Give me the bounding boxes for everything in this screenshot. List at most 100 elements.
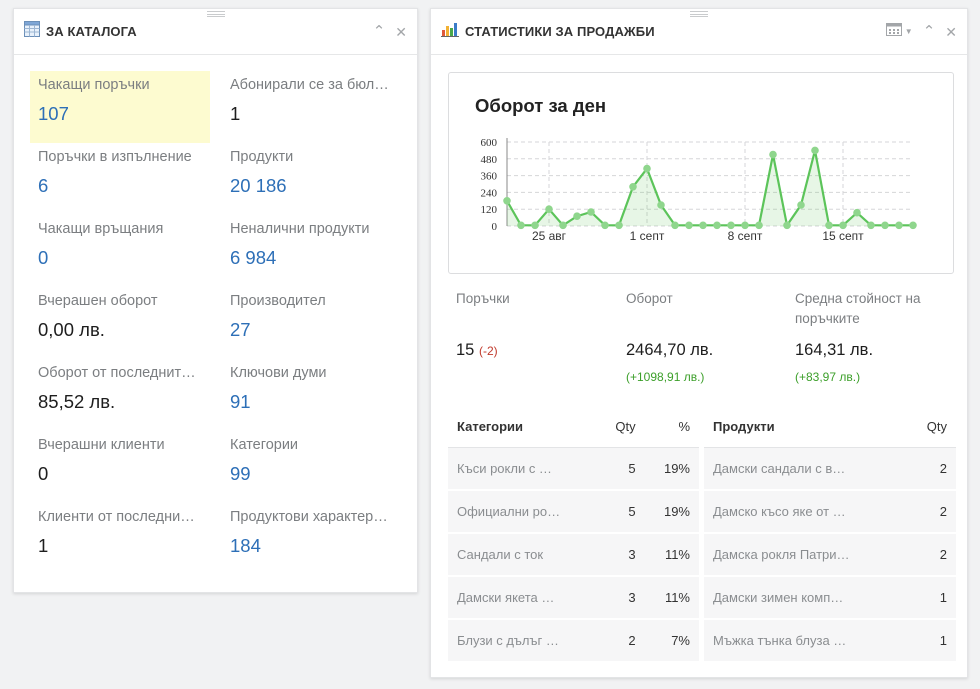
data-point xyxy=(713,221,721,230)
series-area xyxy=(507,150,913,226)
kpi-value[interactable]: 6 984 xyxy=(230,247,394,269)
y-tick-label: 600 xyxy=(481,137,498,149)
stat-orders: Поръчки 15 (-2) xyxy=(456,289,616,360)
kpi-item[interactable]: Производител 27 xyxy=(222,287,402,359)
col-percent[interactable]: % xyxy=(644,407,699,448)
kpi-value[interactable]: 99 xyxy=(230,463,394,485)
data-point xyxy=(699,221,707,230)
kpi-item[interactable]: Продукти 20 186 xyxy=(222,143,402,215)
kpi-value: 1 xyxy=(38,535,49,556)
close-icon[interactable]: ✕ xyxy=(945,25,957,39)
data-point xyxy=(881,221,889,230)
col-products[interactable]: Продукти xyxy=(704,407,907,448)
col-qty[interactable]: Qty xyxy=(906,407,956,448)
calendar-dropdown[interactable]: ▼ xyxy=(885,22,913,41)
table-row[interactable]: Къси рокли с … 5 19% xyxy=(448,447,699,491)
table-row[interactable]: Дамско късо яке от … 2 xyxy=(704,490,956,534)
y-tick-label: 480 xyxy=(481,154,498,166)
category-name: Блузи с дълъг … xyxy=(448,619,598,663)
kpi-value[interactable]: 6 xyxy=(38,175,202,197)
table-row[interactable]: Официални ро… 5 19% xyxy=(448,490,699,534)
qty-cell: 2 xyxy=(906,533,956,577)
revenue-chart-card: Оборот за ден 600 480 360 240 120 0 25 авг 1 се… xyxy=(448,72,954,274)
data-point xyxy=(755,221,763,230)
kpi-label: Оборот от последнит… xyxy=(38,365,196,381)
categories-table: Категории Qty % Къси рокли с … 5 19% Официа… xyxy=(448,407,699,663)
table-row[interactable]: Дамски сандали с в… 2 xyxy=(704,447,956,491)
kpi-item[interactable]: Категории 99 xyxy=(222,431,402,503)
data-point xyxy=(671,221,679,230)
collapse-icon[interactable]: ⌃ xyxy=(373,24,386,39)
data-point xyxy=(853,208,861,217)
orders-value: 15 xyxy=(456,341,475,359)
col-qty[interactable]: Qty xyxy=(597,407,645,448)
data-point xyxy=(545,205,553,213)
y-tick-label: 0 xyxy=(492,221,498,233)
stat-value: 164,31 лв. xyxy=(795,341,874,359)
stat-average: Средна стойност на поръчките 164,31 лв. … xyxy=(795,289,955,384)
product-name: Дамски сандали с в… xyxy=(704,447,907,491)
kpi-label: Ключови думи xyxy=(230,365,327,381)
data-point xyxy=(797,201,805,209)
kpi-item[interactable]: Продуктови характер… 184 xyxy=(222,503,402,575)
stat-label: Поръчки xyxy=(456,291,510,306)
table-row[interactable]: Мъжка тънка блуза … 1 xyxy=(704,619,956,663)
table-row[interactable]: Дамски зимен комп… 1 xyxy=(704,576,956,620)
table-row[interactable]: Дамска рокля Патри… 2 xyxy=(704,533,956,577)
x-tick-label: 1 септ xyxy=(630,229,665,243)
data-point xyxy=(741,221,749,230)
stat-value: 15 (-2) xyxy=(456,341,616,360)
close-icon[interactable]: ✕ xyxy=(395,25,407,39)
kpi-item[interactable]: Неналични продукти 6 984 xyxy=(222,215,402,287)
qty-cell: 2 xyxy=(906,490,956,534)
data-point xyxy=(629,183,637,191)
chevron-down-icon: ▼ xyxy=(904,27,913,36)
catalog-panel: ЗА КАТАЛОГА ⌃ ✕ Чакащи поръчки 107 Абонира… xyxy=(13,8,418,593)
data-point xyxy=(783,221,791,230)
drag-handle[interactable] xyxy=(206,11,225,17)
kpi-item[interactable]: Чакащи връщания 0 xyxy=(30,215,210,287)
kpi-label: Категории xyxy=(230,437,299,453)
kpi-value: 1 xyxy=(230,103,241,124)
kpi-label: Клиенти от последни… xyxy=(38,509,195,525)
orders-diff: (-2) xyxy=(478,344,498,358)
kpi-label: Вчерашни клиенти xyxy=(38,437,165,453)
product-name: Дамска рокля Патри… xyxy=(704,533,907,577)
table-row[interactable]: Блузи с дълъг … 2 7% xyxy=(448,619,699,663)
kpi-item[interactable]: Чакащи поръчки 107 xyxy=(30,71,210,143)
kpi-value[interactable]: 20 186 xyxy=(230,175,394,197)
data-point xyxy=(769,150,777,159)
percent-cell: 19% xyxy=(644,447,699,491)
data-point xyxy=(573,212,581,220)
kpi-value[interactable]: 91 xyxy=(230,391,394,413)
table-row[interactable]: Сандали с ток 3 11% xyxy=(448,533,699,577)
kpi-value[interactable]: 107 xyxy=(38,103,202,125)
kpi-label: Продуктови характер… xyxy=(230,509,388,525)
kpi-item: Абонирали се за бюл… 1 xyxy=(222,71,402,143)
kpi-item[interactable]: Ключови думи 91 xyxy=(222,359,402,431)
kpi-label: Производител xyxy=(230,293,326,309)
kpi-value[interactable]: 184 xyxy=(230,535,394,557)
kpi-value: 85,52 лв. xyxy=(38,391,116,412)
drag-handle[interactable] xyxy=(690,11,708,17)
qty-cell: 2 xyxy=(906,447,956,491)
data-point xyxy=(895,221,903,230)
kpi-item[interactable]: Поръчки в изпълнение 6 xyxy=(30,143,210,215)
qty-cell: 5 xyxy=(597,490,645,534)
qty-cell: 3 xyxy=(597,533,645,577)
calendar-icon xyxy=(885,22,902,41)
kpi-value[interactable]: 0 xyxy=(38,247,202,269)
collapse-icon[interactable]: ⌃ xyxy=(923,24,936,39)
percent-cell: 7% xyxy=(644,619,699,663)
kpi-label: Абонирали се за бюл… xyxy=(230,77,389,93)
kpi-value[interactable]: 27 xyxy=(230,319,394,341)
percent-cell: 19% xyxy=(644,490,699,534)
col-categories[interactable]: Категории xyxy=(448,407,598,448)
category-name: Дамски якета … xyxy=(448,576,598,620)
sales-stats-panel: СТАТИСТИКИ ЗА ПРОДАЖБИ ▼ ⌃ ✕ Оборот за д… xyxy=(430,8,968,678)
kpi-label: Поръчки в изпълнение xyxy=(38,149,192,165)
data-point xyxy=(811,146,819,155)
panel-title: ЗА КАТАЛОГА xyxy=(46,24,137,39)
table-row[interactable]: Дамски якета … 3 11% xyxy=(448,576,699,620)
y-tick-label: 120 xyxy=(481,204,498,216)
